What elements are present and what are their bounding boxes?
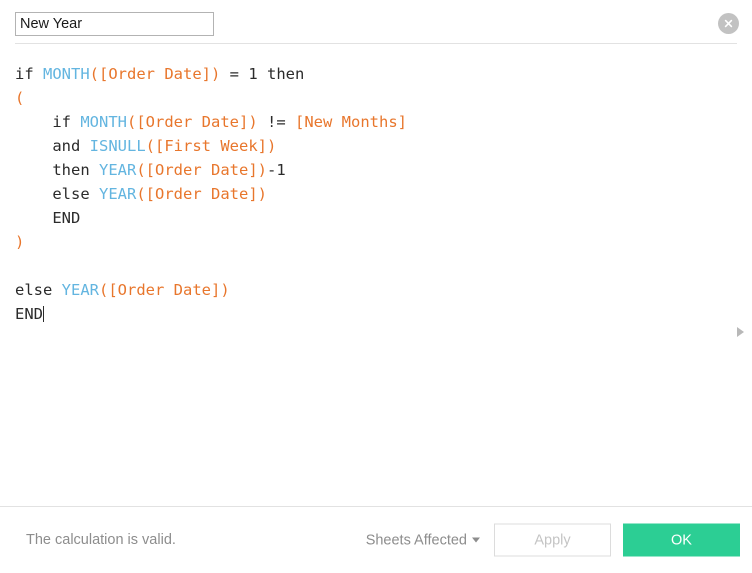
formula-token: [Order Date] (99, 65, 211, 83)
formula-line: if MONTH([Order Date]) = 1 then (15, 62, 726, 86)
formula-token: if (15, 65, 43, 83)
formula-token: END (15, 209, 81, 227)
formula-token: [New Months] (295, 113, 407, 131)
formula-line: and ISNULL([First Week]) (15, 134, 726, 158)
formula-token: ISNULL (89, 137, 146, 155)
formula-token: ) (257, 161, 267, 179)
dialog-header (0, 0, 752, 44)
formula-editor[interactable]: if MONTH([Order Date]) = 1 then( if MONT… (0, 44, 752, 506)
chevron-down-icon (472, 537, 480, 543)
formula-line: else YEAR([Order Date]) (15, 182, 726, 206)
formula-line: END (15, 206, 726, 230)
formula-token: YEAR (61, 281, 99, 299)
formula-token: [Order Date] (136, 113, 249, 131)
formula-code[interactable]: if MONTH([Order Date]) = 1 then( if MONT… (15, 62, 726, 326)
chevron-right-icon[interactable] (737, 327, 744, 337)
formula-token: else (15, 281, 62, 299)
formula-line: ) (15, 230, 726, 254)
formula-token: YEAR (99, 161, 137, 179)
dialog-footer: The calculation is valid. Sheets Affecte… (0, 506, 752, 573)
formula-line: ( (15, 86, 726, 110)
text-caret (43, 306, 44, 322)
formula-token: ) (248, 113, 258, 131)
formula-token: ( (99, 281, 109, 299)
formula-token: ( (145, 137, 155, 155)
formula-line (15, 254, 726, 278)
formula-line: END (15, 302, 726, 326)
formula-token: ( (136, 185, 146, 203)
formula-token: [Order Date] (108, 281, 221, 299)
formula-token: else (15, 185, 99, 203)
formula-token: [Order Date] (145, 161, 258, 179)
formula-token: -1 (267, 161, 286, 179)
validation-status: The calculation is valid. (26, 532, 176, 548)
formula-token: MONTH (43, 65, 90, 83)
formula-line: if MONTH([Order Date]) != [New Months] (15, 110, 726, 134)
formula-token: = 1 then (220, 65, 305, 83)
calculated-field-dialog: if MONTH([Order Date]) = 1 then( if MONT… (0, 0, 752, 573)
formula-line: else YEAR([Order Date]) (15, 278, 726, 302)
formula-token: [Order Date] (145, 185, 258, 203)
formula-token: ) (257, 185, 267, 203)
formula-token: ( (15, 89, 25, 107)
formula-token: ) (266, 137, 277, 155)
close-icon[interactable] (718, 13, 739, 34)
formula-line: then YEAR([Order Date])-1 (15, 158, 726, 182)
field-name-input[interactable] (15, 12, 214, 36)
formula-token: then (15, 161, 99, 179)
sheets-affected-label: Sheets Affected (365, 532, 467, 548)
ok-button[interactable]: OK (623, 523, 740, 557)
footer-actions: Sheets Affected Apply OK (366, 523, 740, 557)
formula-token: ( (89, 65, 100, 83)
formula-token: and (15, 137, 90, 155)
formula-token: ) (15, 233, 25, 251)
formula-token: ( (136, 161, 146, 179)
formula-token: END (15, 305, 43, 323)
formula-token: [First Week] (155, 137, 267, 155)
formula-token: ) (211, 65, 221, 83)
formula-token: ) (220, 281, 230, 299)
formula-token: YEAR (99, 185, 137, 203)
formula-token: != (257, 113, 295, 131)
formula-token: ( (127, 113, 137, 131)
sheets-affected-dropdown[interactable]: Sheets Affected (366, 532, 482, 548)
formula-token: if (15, 113, 81, 131)
formula-token: MONTH (80, 113, 127, 131)
apply-button[interactable]: Apply (494, 523, 611, 557)
